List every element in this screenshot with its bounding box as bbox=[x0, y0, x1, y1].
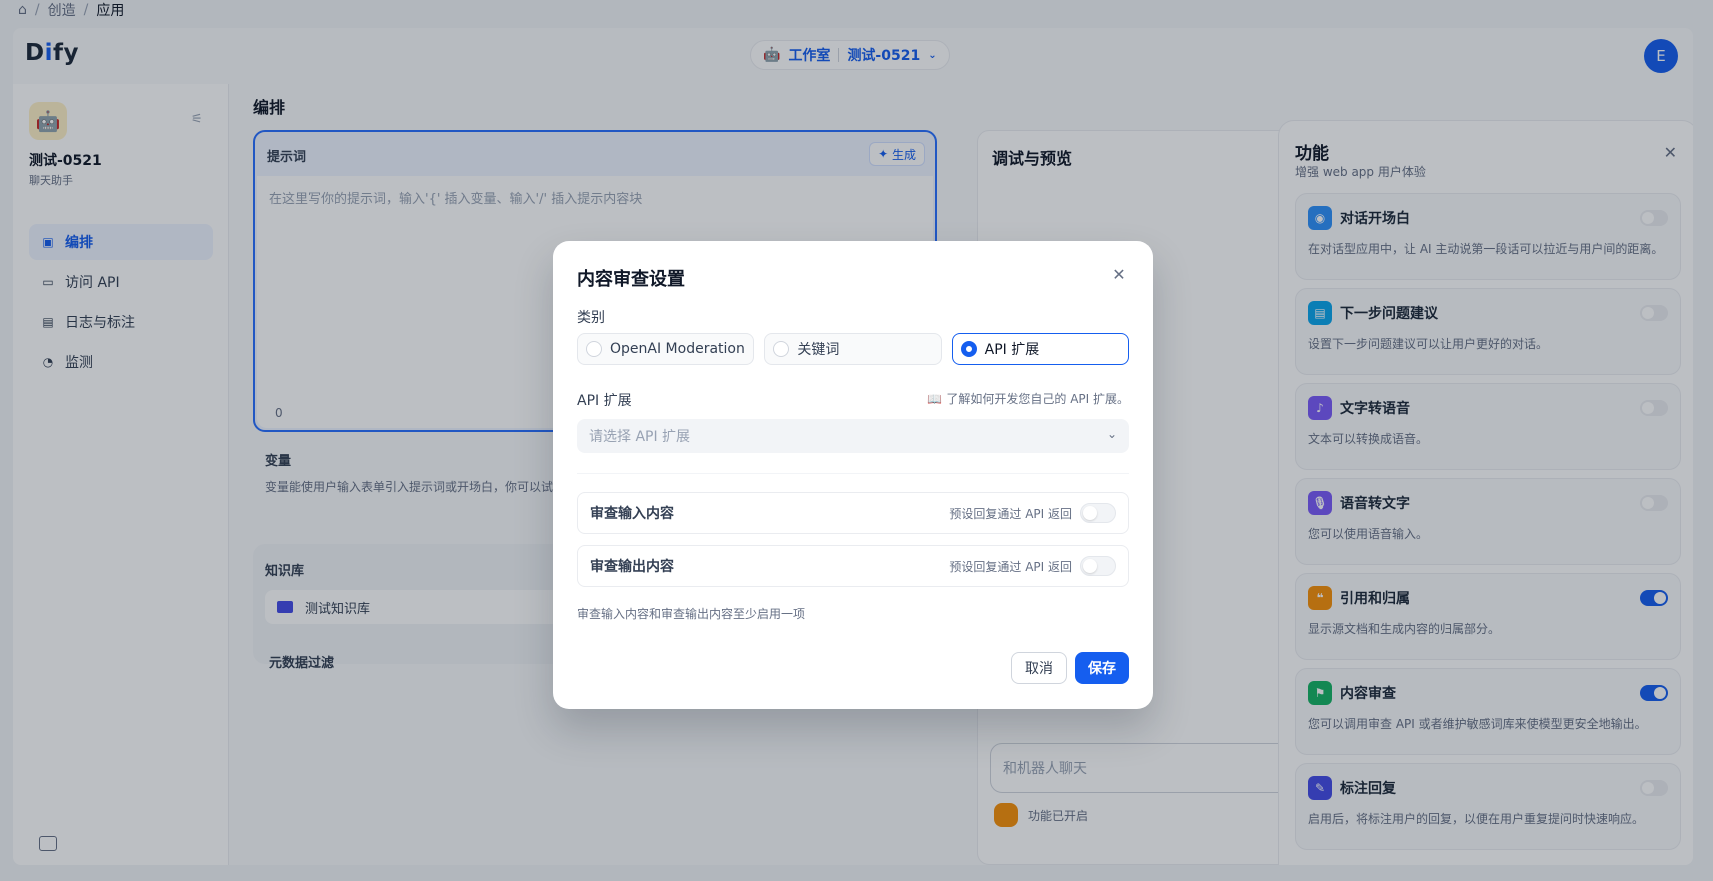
moderate-input-hint: 预设回复通过 API 返回 bbox=[949, 506, 1072, 521]
moderate-input-row: 审查输入内容 预设回复通过 API 返回 bbox=[577, 492, 1129, 534]
requirement-note: 审查输入内容和审查输出内容至少启用一项 bbox=[577, 607, 806, 621]
type-label: 关键词 bbox=[797, 342, 840, 358]
moderate-output-row: 审查输出内容 预设回复通过 API 返回 bbox=[577, 545, 1129, 587]
radio-icon bbox=[586, 341, 602, 357]
radio-selected-icon bbox=[960, 341, 977, 357]
select-placeholder: 请选择 API 扩展 bbox=[589, 429, 691, 445]
category-label: 类别 bbox=[577, 310, 605, 326]
type-label: API 扩展 bbox=[984, 342, 1040, 358]
save-button[interactable]: 保存 bbox=[1075, 652, 1129, 684]
type-label: OpenAI Moderation bbox=[610, 341, 745, 357]
api-docs-link-label: 了解如何开发您自己的 API 扩展。 bbox=[946, 392, 1129, 406]
moderate-input-toggle[interactable] bbox=[1080, 503, 1116, 523]
api-docs-link[interactable]: 📖 了解如何开发您自己的 API 扩展。 bbox=[927, 390, 1129, 407]
moderate-input-label: 审查输入内容 bbox=[590, 506, 674, 522]
divider bbox=[577, 473, 1129, 474]
chevron-down-icon: ⌄ bbox=[1106, 427, 1117, 441]
close-icon[interactable]: ✕ bbox=[1109, 265, 1129, 285]
moderate-output-hint: 预设回复通过 API 返回 bbox=[949, 559, 1072, 574]
api-extension-label: API 扩展 bbox=[577, 393, 632, 409]
api-extension-select[interactable]: 请选择 API 扩展 ⌄ bbox=[577, 419, 1129, 453]
moderation-settings-modal: 内容审查设置 ✕ 类别 OpenAI Moderation 关键词 API 扩展… bbox=[553, 241, 1153, 709]
moderate-output-label: 审查输出内容 bbox=[590, 559, 674, 575]
type-api-extension[interactable]: API 扩展 bbox=[951, 333, 1129, 365]
type-options: OpenAI Moderation 关键词 API 扩展 bbox=[577, 333, 1129, 365]
moderate-output-toggle[interactable] bbox=[1080, 556, 1116, 576]
modal-title: 内容审查设置 bbox=[577, 269, 685, 290]
cancel-button[interactable]: 取消 bbox=[1011, 652, 1067, 684]
book-icon: 📖 bbox=[927, 391, 943, 406]
radio-icon bbox=[773, 341, 790, 357]
type-openai-moderation[interactable]: OpenAI Moderation bbox=[577, 333, 755, 365]
type-keywords[interactable]: 关键词 bbox=[764, 333, 942, 365]
